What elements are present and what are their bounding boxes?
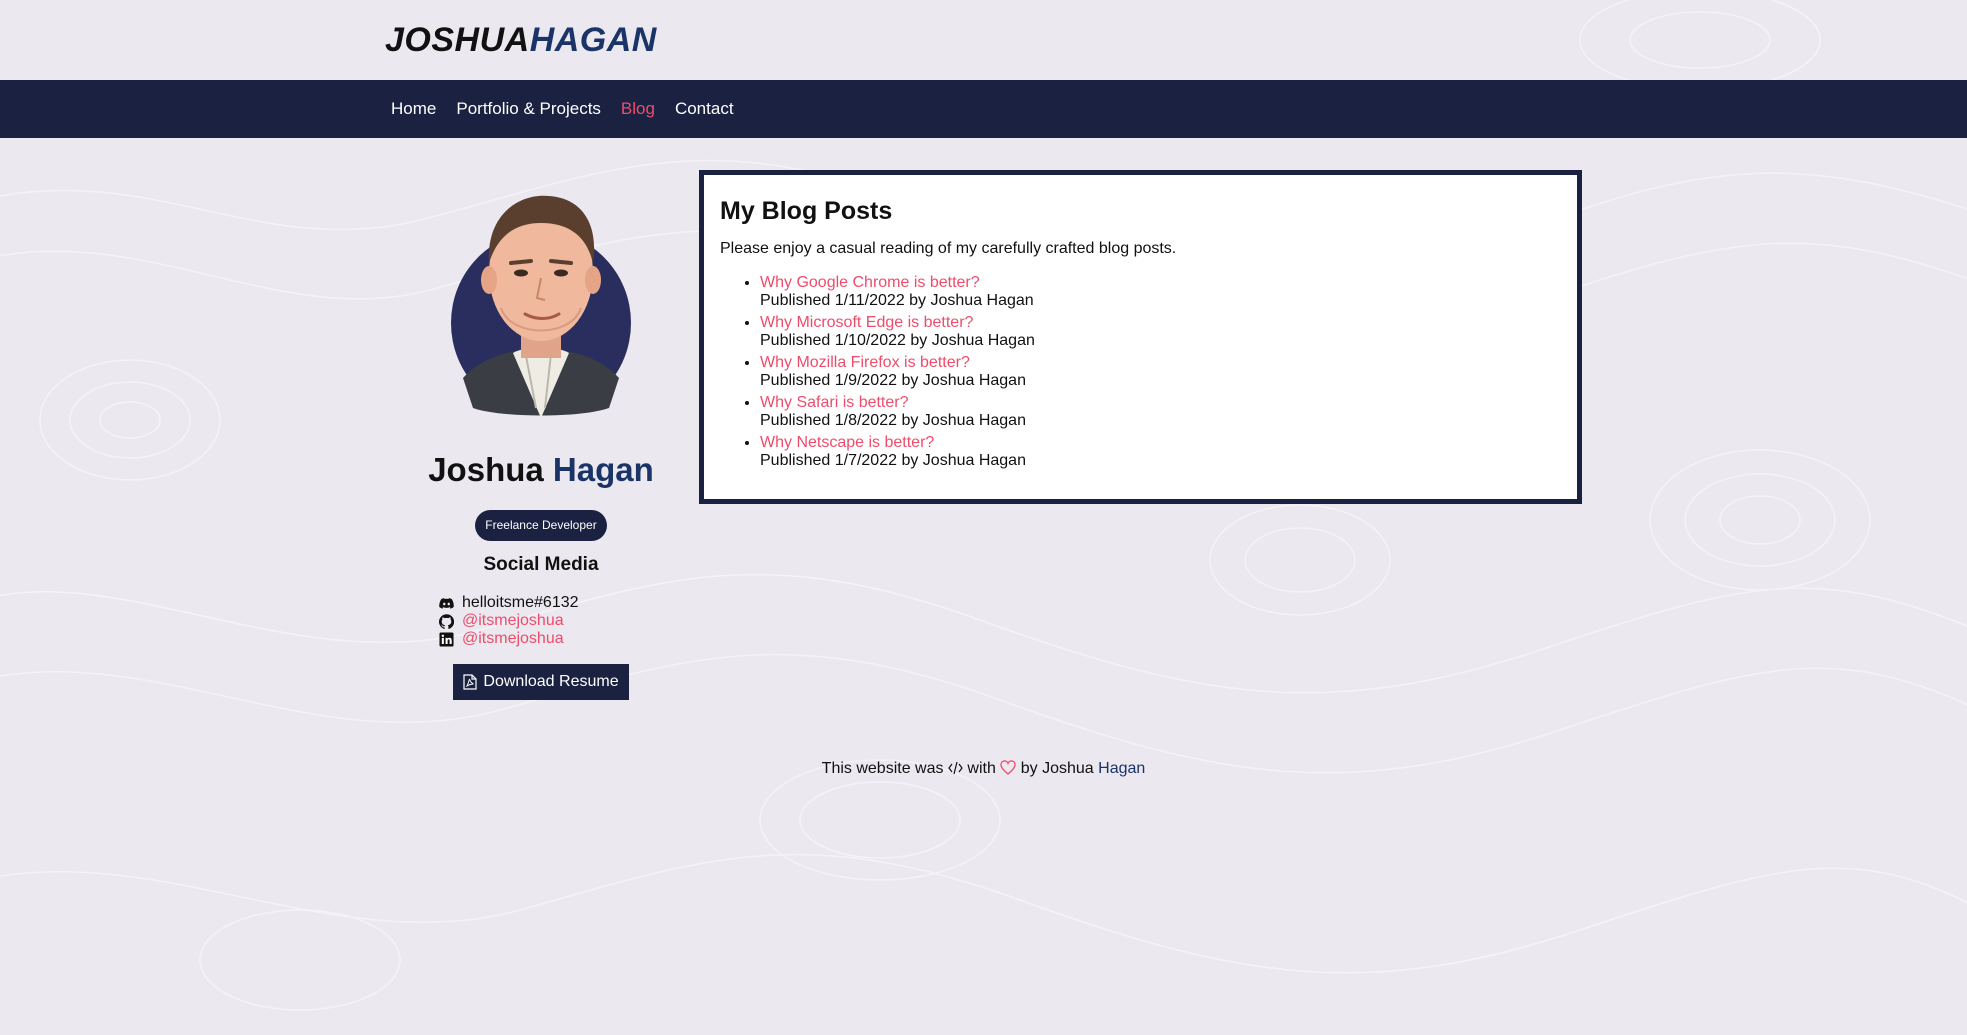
nav-blog[interactable]: Blog: [621, 99, 655, 118]
post-meta: Published 1/7/2022 by Joshua Hagan: [760, 452, 1026, 469]
discord-handle: helloitsme#6132: [462, 594, 579, 611]
github-icon: [439, 613, 454, 629]
blog-card: My Blog Posts Please enjoy a casual read…: [699, 170, 1582, 504]
main-navbar: Home Portfolio & Projects Blog Contact: [0, 80, 1967, 138]
nav-home[interactable]: Home: [391, 99, 436, 118]
post-link[interactable]: Why Mozilla Firefox is better?: [760, 354, 970, 371]
footer-prefix: This website was: [821, 760, 944, 777]
post-meta: Published 1/9/2022 by Joshua Hagan: [760, 372, 1026, 389]
social-item-linkedin: @itsmejoshua: [439, 630, 657, 648]
post-link[interactable]: Why Netscape is better?: [760, 434, 934, 451]
list-item: Why Microsoft Edge is better? Published …: [760, 314, 1561, 350]
linkedin-icon: [439, 631, 454, 647]
site-header: JOSHUAHAGAN: [0, 0, 1967, 80]
profile-sidebar: Joshua Hagan Freelance Developer Social …: [425, 168, 657, 700]
site-footer: This website was with by Joshua Hagan: [0, 760, 1967, 778]
linkedin-link[interactable]: @itsmejoshua: [462, 630, 564, 648]
post-meta: Published 1/11/2022 by Joshua Hagan: [760, 292, 1034, 309]
footer-last: Hagan: [1098, 760, 1146, 777]
nav-list: Home Portfolio & Projects Blog Contact: [391, 80, 734, 138]
post-link[interactable]: Why Google Chrome is better?: [760, 274, 980, 291]
nav-contact[interactable]: Contact: [675, 99, 734, 118]
profile-first-name: Joshua: [428, 451, 544, 488]
nav-portfolio[interactable]: Portfolio & Projects: [456, 99, 601, 118]
heart-icon: [1000, 760, 1016, 775]
post-link[interactable]: Why Microsoft Edge is better?: [760, 314, 973, 331]
github-link[interactable]: @itsmejoshua: [462, 612, 564, 630]
site-logo[interactable]: JOSHUAHAGAN: [385, 18, 657, 62]
post-link[interactable]: Why Safari is better?: [760, 394, 909, 411]
footer-with: with: [967, 760, 996, 777]
blog-title: My Blog Posts: [720, 197, 893, 225]
list-item: Why Google Chrome is better? Published 1…: [760, 274, 1561, 310]
post-list: Why Google Chrome is better? Published 1…: [720, 274, 1561, 470]
post-meta: Published 1/10/2022 by Joshua Hagan: [760, 332, 1035, 349]
profile-name: Joshua Hagan: [425, 450, 657, 490]
post-meta: Published 1/8/2022 by Joshua Hagan: [760, 412, 1026, 429]
code-icon: [948, 761, 963, 775]
list-item: Why Netscape is better? Published 1/7/20…: [760, 434, 1561, 470]
social-heading: Social Media: [483, 554, 599, 575]
role-badge: Freelance Developer: [475, 510, 607, 541]
social-item-discord: helloitsme#6132: [439, 594, 657, 612]
download-resume-button[interactable]: Download Resume: [453, 664, 629, 700]
logo-last: HAGAN: [529, 21, 657, 59]
avatar: [451, 195, 631, 418]
blog-intro: Please enjoy a casual reading of my care…: [720, 240, 1177, 257]
pdf-file-icon: [463, 674, 478, 690]
list-item: Why Mozilla Firefox is better? Published…: [760, 354, 1561, 390]
topographic-background: [0, 0, 1967, 1011]
logo-first: JOSHUA: [385, 21, 530, 59]
resume-label: Download Resume: [483, 673, 619, 690]
profile-last-name: Hagan: [552, 451, 654, 488]
discord-icon: [439, 597, 454, 609]
social-list: helloitsme#6132 @itsmejoshua @itsmejoshu…: [425, 594, 657, 648]
social-item-github: @itsmejoshua: [439, 612, 657, 630]
footer-by: by Joshua: [1020, 760, 1094, 777]
list-item: Why Safari is better? Published 1/8/2022…: [760, 394, 1561, 430]
